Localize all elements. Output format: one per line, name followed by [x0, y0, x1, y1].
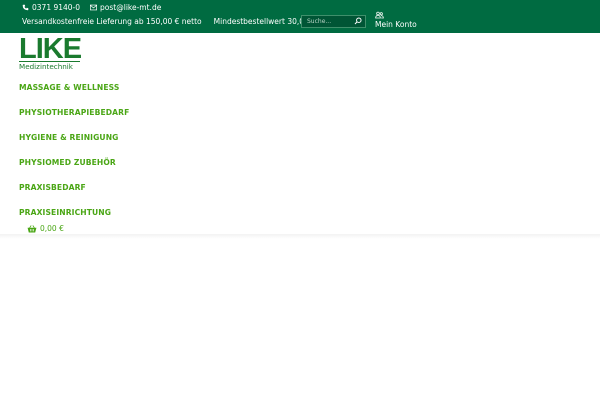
account-link[interactable]: Mein Konto [375, 11, 417, 29]
nav-item-massage-wellness[interactable]: MASSAGE & WELLNESS [19, 82, 129, 107]
nav-item-praxisbedarf[interactable]: PRAXISBEDARF [19, 182, 129, 207]
shipping-notice: Versandkostenfreie Lieferung ab 150,00 €… [22, 17, 202, 26]
phone-link[interactable]: 0371 9140-0 [22, 3, 80, 12]
cart-amount: 0,00 € [40, 224, 64, 233]
users-icon [375, 11, 384, 19]
contact-row: 0371 9140-0 post@like-mt.de [22, 3, 161, 12]
logo-subtitle: Medizintechnik [19, 61, 80, 71]
nav-item-hygiene-reinigung[interactable]: HYGIENE & REINIGUNG [19, 132, 129, 157]
search-input[interactable] [302, 16, 353, 27]
notice-row: Versandkostenfreie Lieferung ab 150,00 €… [22, 17, 338, 26]
email-link[interactable]: post@like-mt.de [90, 3, 161, 12]
email-address: post@like-mt.de [100, 3, 162, 12]
nav-item-physiotherapiebedarf[interactable]: PHYSIOTHERAPIEBEDARF [19, 107, 129, 132]
main-navigation: MASSAGE & WELLNESS PHYSIOTHERAPIEBEDARF … [19, 82, 129, 232]
search-box [301, 15, 366, 28]
basket-icon [27, 224, 37, 232]
search-icon[interactable] [354, 17, 362, 25]
nav-item-physiomed-zubehoer[interactable]: PHYSIOMED ZUBEHÖR [19, 157, 129, 182]
phone-icon [22, 4, 29, 11]
brand-logo[interactable]: LIKE Medizintechnik [19, 33, 82, 71]
envelope-icon [90, 4, 98, 11]
account-label: Mein Konto [375, 20, 417, 29]
cart-link[interactable]: 0,00 € [27, 224, 64, 233]
top-bar: 0371 9140-0 post@like-mt.de Versandkoste… [0, 0, 600, 33]
header-divider [0, 234, 600, 239]
phone-number: 0371 9140-0 [32, 3, 81, 12]
